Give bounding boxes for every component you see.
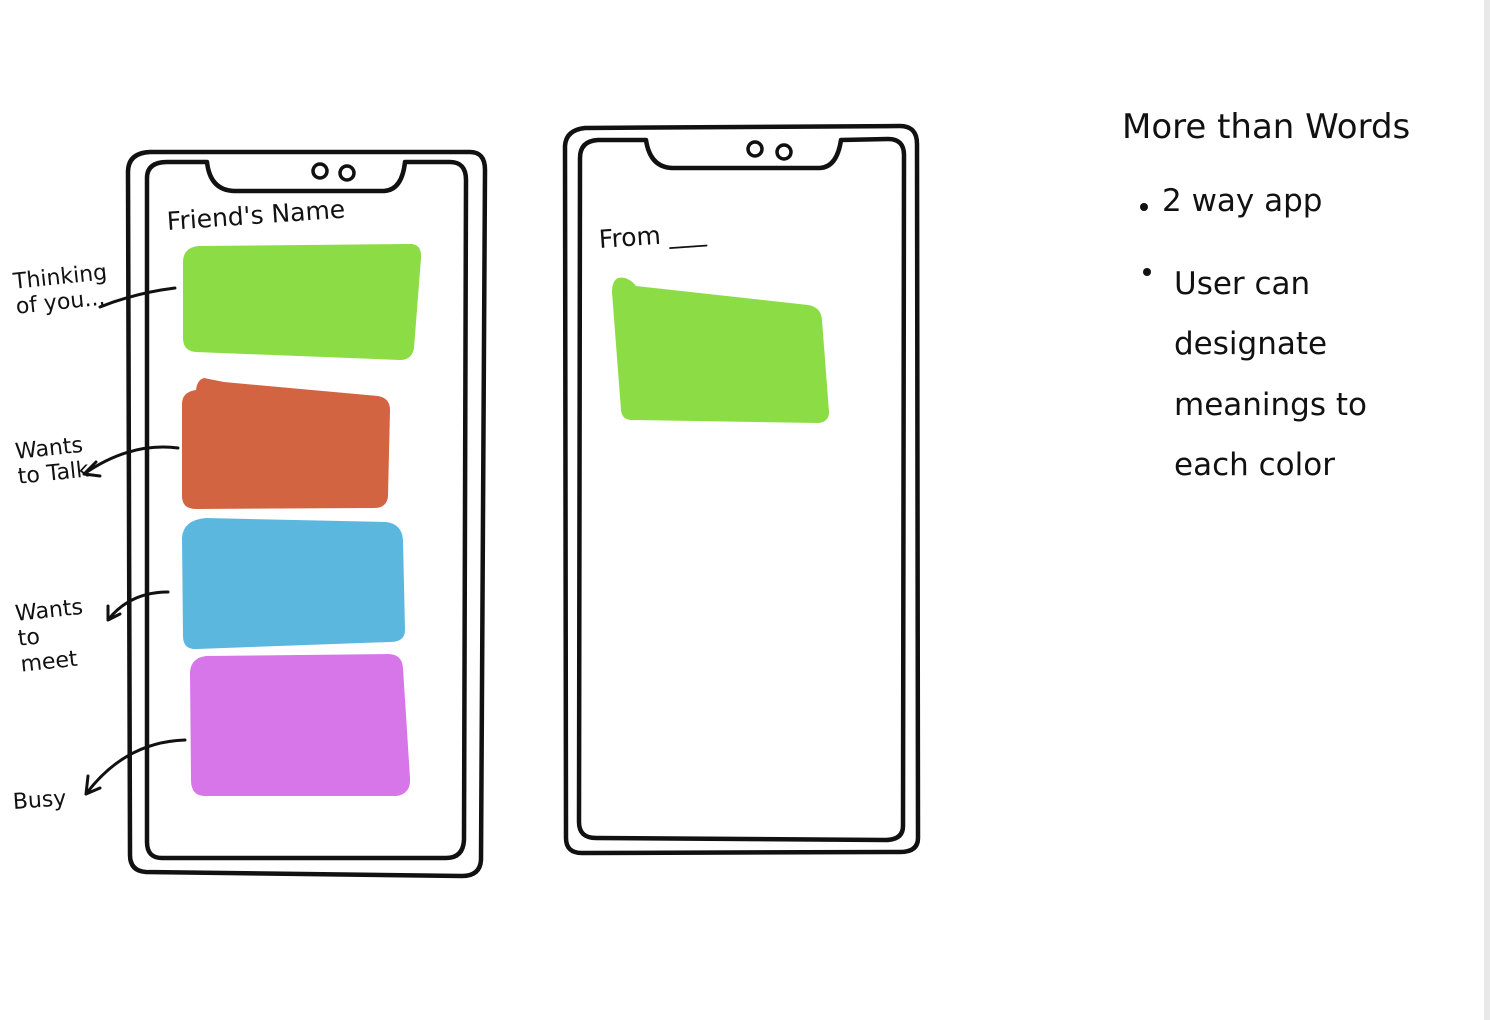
swatch-wants-to-talk xyxy=(182,378,390,509)
annotation-busy: Busy xyxy=(12,786,68,815)
bullet-dot xyxy=(1143,268,1151,276)
annotation-wants-to-meet: Wants to meet xyxy=(14,594,85,678)
swatch-thinking xyxy=(183,244,422,360)
swatch-wants-to-meet xyxy=(182,518,405,650)
arrow-busy xyxy=(84,738,187,796)
right-swatch xyxy=(612,277,829,423)
wireframe-sketch xyxy=(82,123,1151,879)
right-camera-dot xyxy=(746,140,764,158)
note-bullet-2: User can designate meanings to each colo… xyxy=(1174,266,1367,484)
left-camera-dot xyxy=(311,162,329,180)
annotation-thinking: Thinking of you... xyxy=(12,260,109,321)
annotation-wants-to-talk: Wants to Talk xyxy=(14,432,91,491)
arrow-wants-to-meet xyxy=(106,590,170,622)
note-bullet-1: 2 way app xyxy=(1162,183,1323,219)
notes-title: More than Words xyxy=(1122,107,1411,147)
right-camera-dot xyxy=(775,143,793,161)
bullet-dot xyxy=(1140,203,1148,211)
left-camera-dot xyxy=(338,164,356,182)
swatch-busy xyxy=(190,654,411,796)
